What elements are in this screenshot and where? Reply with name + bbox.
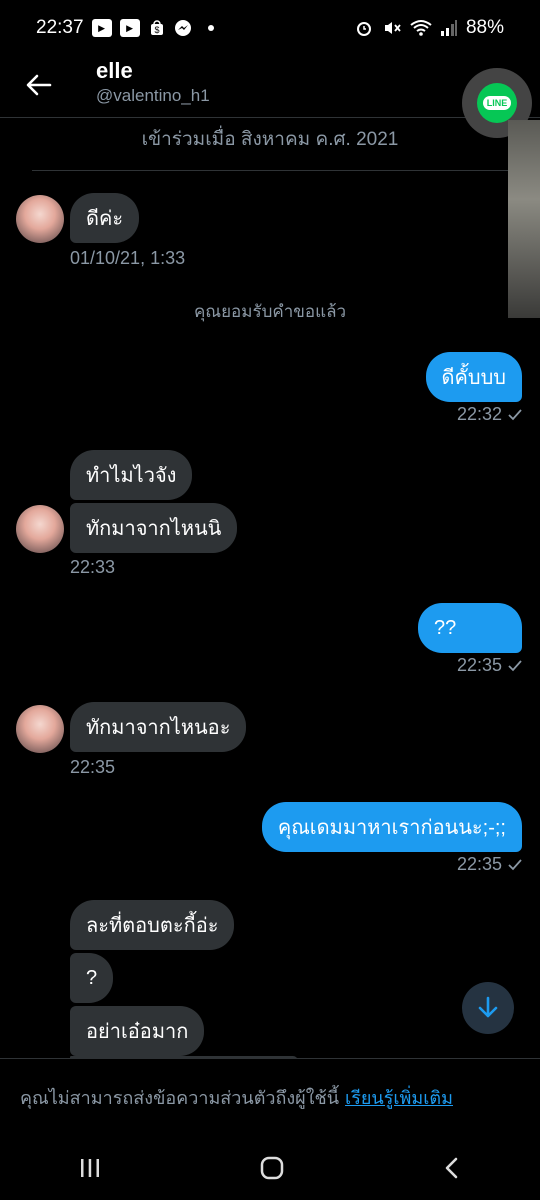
youtube-icon: ▶	[119, 19, 140, 37]
message-timestamp: 22:35	[70, 757, 116, 777]
status-right: 88%	[354, 17, 504, 39]
dm-restricted-notice: คุณไม่สามารถส่งข้อความส่วนตัวถึงผู้ใช้นี…	[0, 1058, 540, 1140]
message-time: 22:32	[456, 404, 502, 424]
message-outgoing[interactable]: คุณเดมมาหาเราก่อนนะ;-;;	[261, 802, 522, 852]
status-bar: 22:37 ▶ ▶ $ 88%	[0, 0, 540, 56]
conversation-header: elle @valentino_h1	[0, 56, 540, 118]
youtube-icon: ▶	[91, 19, 112, 37]
alarm-icon	[354, 18, 374, 38]
message-incoming[interactable]: อย่าเอ๋อมาก	[70, 1006, 205, 1056]
check-icon	[508, 858, 522, 870]
message-timestamp: 22:35	[457, 655, 522, 676]
learn-more-link[interactable]: เรียนรู้เพิ่มเติม	[345, 1088, 453, 1108]
message-outgoing[interactable]: ดีคั้บบบ	[425, 352, 522, 402]
message-timestamp: 22:32	[457, 404, 522, 425]
message-incoming[interactable]: ดีค่ะ	[70, 193, 140, 243]
scroll-to-bottom-button[interactable]	[462, 982, 514, 1034]
shopping-icon: $	[148, 19, 166, 37]
signal-icon	[440, 19, 458, 37]
contact-name[interactable]: elle	[96, 58, 133, 84]
message-timestamp: 01/10/21, 1:33	[70, 248, 186, 268]
notice-text: คุณไม่สามารถส่งข้อความส่วนตัวถึงผู้ใช้นี…	[20, 1088, 340, 1108]
message-incoming[interactable]: ทักมาจากไหนอะ	[70, 702, 247, 752]
avatar[interactable]	[16, 195, 64, 243]
message-time: 22:35	[456, 854, 502, 874]
line-icon: LINE	[477, 83, 517, 123]
arrow-left-icon[interactable]	[22, 68, 56, 102]
system-message: คุณยอมรับคำขอแล้ว	[193, 302, 347, 321]
message-incoming[interactable]: ทำไมไวจัง	[70, 450, 193, 500]
divider	[32, 170, 508, 171]
messenger-icon	[174, 19, 192, 37]
message-timestamp: 22:35	[457, 854, 522, 875]
message-timestamp: 22:33	[70, 557, 116, 577]
arrow-down-icon	[478, 996, 498, 1018]
avatar[interactable]	[16, 505, 64, 553]
check-icon	[508, 659, 522, 671]
notification-dot	[207, 25, 214, 31]
status-left: 22:37 ▶ ▶ $	[36, 17, 214, 39]
message-incoming[interactable]: ละที่ตอบตะกี้อ่ะ	[70, 900, 235, 950]
back-icon[interactable]	[442, 1156, 462, 1185]
battery-text: 88%	[465, 17, 504, 38]
avatar[interactable]	[16, 705, 64, 753]
contact-handle[interactable]: @valentino_h1	[96, 86, 210, 106]
home-icon[interactable]	[259, 1155, 285, 1186]
svg-text:$: $	[154, 25, 159, 35]
line-logo-text: LINE	[482, 96, 512, 110]
message-time: 22:35	[456, 655, 502, 675]
recent-apps-icon[interactable]	[78, 1157, 102, 1184]
wifi-icon	[410, 19, 432, 37]
mute-icon	[382, 18, 402, 38]
joined-date: เข้าร่วมเมื่อ สิงหาคม ค.ศ. 2021	[141, 129, 399, 150]
android-nav-bar	[0, 1140, 540, 1200]
message-incoming[interactable]: ทักมาจากไหนนิ	[70, 503, 238, 553]
message-incoming[interactable]: ?	[70, 953, 114, 1003]
check-icon	[508, 408, 522, 420]
status-time: 22:37	[36, 17, 84, 38]
message-outgoing[interactable]: ??	[418, 603, 522, 653]
